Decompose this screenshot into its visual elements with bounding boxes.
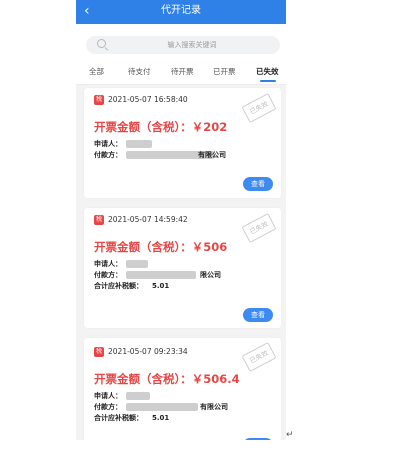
record-card[interactable]: 税 2021-05-07 16:58:40 已失效 开票金额（含税）：￥202 … [84, 88, 281, 198]
view-button[interactable]: 查看 [243, 177, 273, 191]
top-navigation-bar: ‹ 代开记录 [76, 0, 286, 24]
active-tab-indicator [260, 80, 276, 82]
view-button[interactable]: 查看 [243, 308, 273, 322]
payer-label: 付款方： [94, 271, 122, 279]
invoice-amount: 开票金额（含税）：￥506 [94, 240, 228, 254]
record-card[interactable]: 税 2021-05-07 14:59:42 已失效 开票金额（含税）：￥506 … [84, 208, 281, 328]
redacted-payer [126, 271, 196, 279]
paragraph-mark-icon: ↵ [286, 430, 294, 440]
expired-stamp: 已失效 [241, 213, 277, 243]
applicant-label: 申请人： [94, 140, 122, 148]
tab-expired[interactable]: 已失效 [256, 67, 279, 77]
payer-label: 付款方： [94, 151, 122, 159]
view-button[interactable]: 查看 [243, 438, 273, 440]
payer-suffix: 限公司 [200, 271, 221, 279]
record-card[interactable]: 税 2021-05-07 09:23:34 已失效 开票金额（含税）：￥506.… [84, 338, 281, 440]
redacted-applicant [126, 140, 152, 148]
invoice-amount: 开票金额（含税）：￥202 [94, 120, 228, 134]
record-datetime: 2021-05-07 09:23:34 [108, 347, 188, 356]
invoice-amount: 开票金额（含税）：￥506.4 [94, 372, 240, 386]
expired-stamp: 已失效 [241, 342, 277, 372]
mobile-screen: ‹ 代开记录 输入搜索关键词 全部 待支付 待开票 已开票 已失效 税 2021… [76, 0, 286, 440]
tab-invoiced[interactable]: 已开票 [213, 67, 236, 77]
status-tabs: 全部 待支付 待开票 已开票 已失效 [76, 62, 286, 85]
supplement-tax-label: 合计应补税额： [94, 414, 143, 422]
search-input[interactable]: 输入搜索关键词 [86, 36, 280, 54]
supplement-tax-label: 合计应补税额： [94, 282, 143, 290]
tax-badge-icon: 税 [94, 347, 104, 357]
redacted-applicant [126, 260, 148, 268]
tax-badge-icon: 税 [94, 215, 104, 225]
redacted-payer [126, 403, 198, 411]
payer-suffix: 有限公司 [200, 403, 228, 411]
record-datetime: 2021-05-07 16:58:40 [108, 95, 188, 104]
tax-badge-icon: 税 [94, 95, 104, 105]
tab-pending-payment[interactable]: 待支付 [128, 67, 151, 77]
search-area: 输入搜索关键词 [76, 24, 286, 62]
applicant-label: 申请人： [94, 392, 122, 400]
supplement-tax-value: 5.01 [152, 414, 170, 422]
tab-all[interactable]: 全部 [89, 67, 104, 77]
search-placeholder: 输入搜索关键词 [167, 41, 217, 49]
redacted-applicant [126, 392, 150, 400]
payer-suffix: 有限公司 [198, 151, 226, 159]
supplement-tax-value: 5.01 [152, 282, 170, 290]
tab-pending-invoice[interactable]: 待开票 [171, 67, 194, 77]
record-datetime: 2021-05-07 14:59:42 [108, 215, 188, 224]
expired-stamp: 已失效 [241, 93, 277, 123]
page-title: 代开记录 [161, 5, 201, 16]
applicant-label: 申请人： [94, 260, 122, 268]
payer-label: 付款方： [94, 403, 122, 411]
